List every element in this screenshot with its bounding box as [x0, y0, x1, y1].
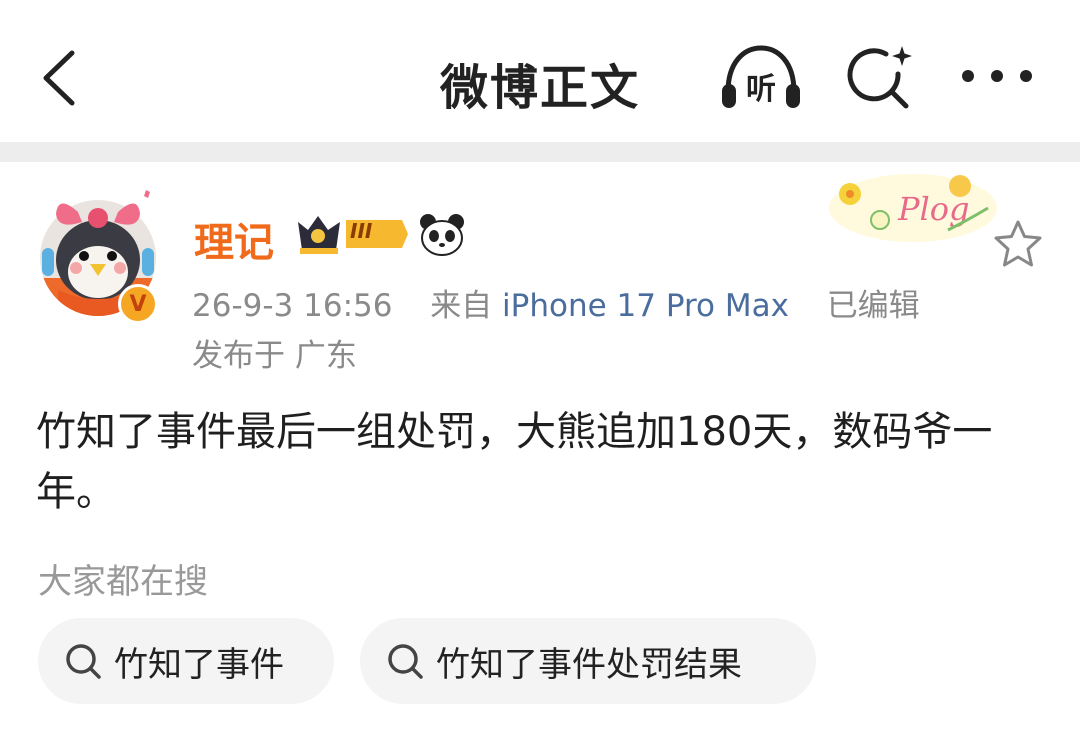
- trending-chip-label: 竹知了事件: [114, 644, 284, 685]
- trending-chip-label: 竹知了事件处罚结果: [436, 644, 742, 685]
- source-prefix: 来自: [430, 288, 493, 324]
- verified-badge: V: [118, 284, 158, 324]
- trending-label: 大家都在搜: [38, 562, 208, 602]
- favorite-star-icon[interactable]: [992, 218, 1044, 270]
- more-dots-icon: [991, 70, 1003, 82]
- page-title: 微博正文: [439, 60, 640, 116]
- more-dots-icon: [1020, 70, 1032, 82]
- location-prefix: 发布于: [192, 338, 285, 374]
- edited-label[interactable]: 已编辑: [827, 288, 920, 324]
- plog-decoration: Plog: [829, 174, 997, 242]
- search-icon: [66, 644, 101, 679]
- listen-button[interactable]: 听: [718, 42, 804, 112]
- post-location-line: 发布于 广东: [192, 330, 357, 375]
- top-nav-bar: 微博正文 听: [0, 0, 1080, 142]
- trending-chip[interactable]: 竹知了事件: [38, 618, 334, 704]
- section-divider: [0, 142, 1080, 162]
- post-content: 竹知了事件最后一组处罚，大熊追加180天，数码爷一年。: [36, 409, 993, 515]
- post-location: 广东: [294, 338, 357, 374]
- device-link[interactable]: iPhone 17 Pro Max: [502, 288, 789, 324]
- trending-chip[interactable]: 竹知了事件处罚结果: [360, 618, 816, 704]
- search-button[interactable]: [846, 44, 916, 114]
- vip-level-label: III: [350, 219, 373, 243]
- avatar[interactable]: V: [38, 188, 158, 324]
- more-button[interactable]: [962, 60, 1032, 92]
- plog-text: Plog: [897, 190, 970, 228]
- post-timestamp: 26-9-3 16:56: [192, 288, 393, 324]
- panda-badge-icon[interactable]: [418, 212, 466, 256]
- search-icon: [388, 644, 423, 679]
- listen-label: 听: [746, 72, 776, 107]
- more-dots-icon: [962, 70, 974, 82]
- post-meta-line: 26-9-3 16:56 来自 iPhone 17 Pro Max 已编辑: [192, 280, 920, 325]
- author-name[interactable]: 理记: [194, 210, 274, 268]
- search-sparkle-icon: [847, 46, 912, 109]
